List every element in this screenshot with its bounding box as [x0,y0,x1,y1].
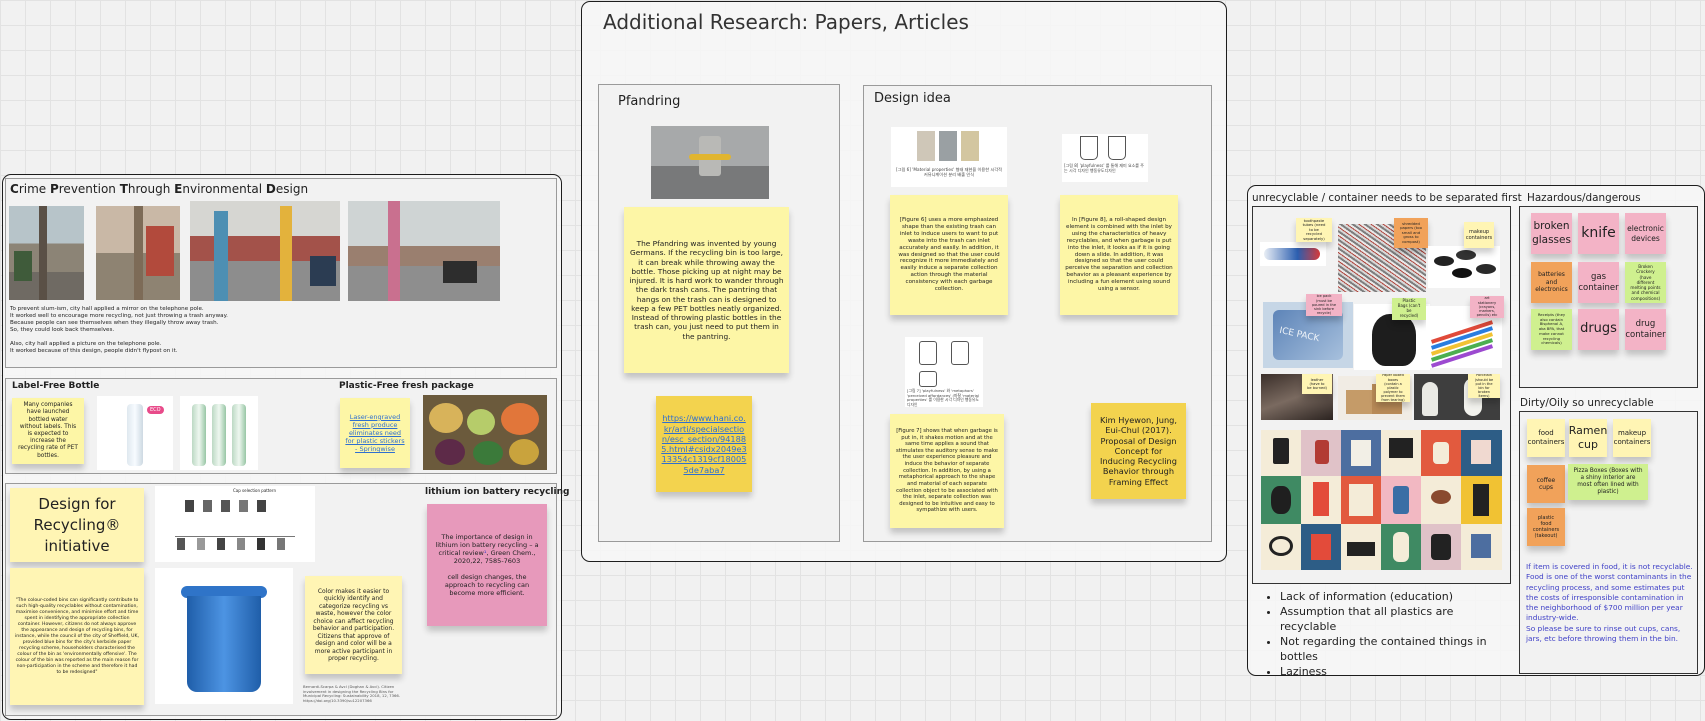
bins-source-citation: Bernardi-Scarpa & Avcl (Doghan & Avci). … [303,684,401,703]
cause-item: Assumption that all plastics are recycla… [1280,604,1506,634]
figure-6-image: [그림 6] 'Material properties' 형태 재현을 이용한 … [891,127,1007,187]
color-makes-it-easier-note[interactable]: Color makes it easier to quickly identif… [305,576,402,674]
eco-badge: ECO [147,406,164,414]
street-photo-1 [9,206,84,300]
figure-7-image: [그림 7] 'playfulness' 와 'metaphors' 'perc… [905,337,983,407]
design-idea-title: Design idea [874,91,951,106]
figure-7-note[interactable]: [Figure 7] shows that when garbage is pu… [890,414,1004,528]
pfandring-photo [651,126,769,199]
porcelain-note[interactable]: Porcelain (should be put in the bin for … [1468,374,1500,398]
makeup-containers-dirty-note[interactable]: makeup containers [1613,419,1651,457]
shredded-paper-note[interactable]: shredded papers (too small and gross to … [1394,218,1428,248]
plastic-free-title: Plastic-Free fresh package [339,381,474,391]
lithium-battery-note[interactable]: The importance of design in lithium ion … [427,504,547,626]
research-title: Additional Research: Papers, Articles [603,10,969,34]
blue-bin-photo [155,568,293,704]
design-for-recycling-title-note[interactable]: Design for Recycling® initiative [10,488,144,562]
food-contamination-paragraph: If item is covered in food, it is not re… [1526,562,1693,644]
food-containers-note[interactable]: food containers [1527,419,1565,457]
dirty-oily-title: Dirty/Oily so unrecyclable [1520,397,1654,409]
figure-6-note[interactable]: [Figure 6] uses a more emphasized shape … [890,195,1008,315]
springwise-link[interactable]: Laser-engraved fresh produce eliminates … [345,413,405,454]
green-bottles-photo [180,396,258,470]
drugs-note[interactable]: drugs [1578,309,1619,350]
ramen-cup-note[interactable]: Ramen cup [1569,419,1607,457]
toothpaste-photo [1260,242,1326,266]
figure-8-image: [그림 8] 'playfulness' 를 통해 재미 요소를 주는 시각 디… [1062,134,1148,182]
street-photo-2 [96,206,180,300]
gas-container-note[interactable]: gas container [1578,262,1619,303]
cause-item: Not regarding the contained things in bo… [1280,634,1506,664]
plastic-food-containers-note[interactable]: plastic food containers (takeout) [1527,508,1565,546]
hazardous-title: Hazardous/dangerous [1527,192,1641,204]
household-items-illustration [1261,430,1502,570]
pizza-boxes-note[interactable]: Pizza Boxes (Boxes with a shiny interior… [1568,464,1648,500]
plastic-bags-note[interactable]: Plastic Bags (can't be recycled) [1392,298,1426,320]
pfandring-note[interactable]: The Pfandring was invented by young Germ… [624,207,789,373]
receipts-note[interactable]: Receipts (they also contain Bisphenol A,… [1531,309,1572,350]
ice-pack-note[interactable]: ice pack (must be poured in the sink bef… [1306,294,1342,316]
colour-coded-bins-quote[interactable]: "The colour-coded bins can significantly… [10,568,144,705]
art-stationery-note[interactable]: art stationery (crayons, markers, pencil… [1470,296,1504,318]
unrecyclable-title: unrecyclable / container needs to be sep… [1252,192,1522,204]
pfandring-title: Pfandring [618,94,681,109]
kim-jung-citation-note[interactable]: Kim Hyewon, Jung, Eui-Chul (2017). Propo… [1091,403,1186,499]
cause-item: Lack of information (education) [1280,589,1506,604]
leather-note[interactable]: leather (have to be burned) [1302,374,1332,394]
paper-boxes-note[interactable]: Paper boxed boxes (contain a plastic pol… [1376,374,1410,402]
cause-item: Laziness [1280,664,1506,679]
batteries-note[interactable]: batteries and electronics [1531,262,1572,303]
label-free-bottle-photo: ECO [97,396,173,470]
coffee-cups-note[interactable]: coffee cups [1527,465,1565,503]
lithium-title: lithium ion battery recycling [425,487,570,497]
label-free-title: Label-Free Bottle [12,381,100,391]
toothpaste-note[interactable]: toothpaste tubes (need to be recycled se… [1296,218,1332,242]
street-photo-3 [190,201,340,301]
cpted-text: To prevent slum-ism, city hall applied a… [10,306,228,354]
label-free-note[interactable]: Many companies have launched bottled wat… [12,398,84,464]
street-photo-4 [348,201,500,301]
makeup-containers-note[interactable]: makeup containers [1464,222,1494,248]
cpted-title: Crime Prevention Through Environmental D… [10,182,309,196]
broken-crockery-note[interactable]: Broken Crockery (have different melting … [1625,262,1666,303]
cap-selection-chart-image: Cap selection pattern [155,486,315,562]
fresh-produce-photo [423,395,547,470]
drug-container-note[interactable]: drug container [1625,309,1666,350]
knife-note[interactable]: knife [1578,213,1619,254]
pfandring-link-note[interactable]: https://www.hani.co.kr/arti/specialsecti… [656,396,752,492]
broken-glasses-note[interactable]: broken glasses [1531,213,1572,254]
electronic-devices-note[interactable]: electronic devices [1625,213,1666,254]
figure-8-note[interactable]: In [Figure 8], a roll-shaped design elem… [1060,195,1178,315]
hani-article-link[interactable]: https://www.hani.co.kr/arti/specialsecti… [661,413,747,475]
makeup-jars-photo [1428,246,1500,288]
plastic-free-link-note[interactable]: Laser-engraved fresh produce eliminates … [340,398,410,468]
problem-causes-list: Lack of information (education) Assumpti… [1266,589,1506,679]
